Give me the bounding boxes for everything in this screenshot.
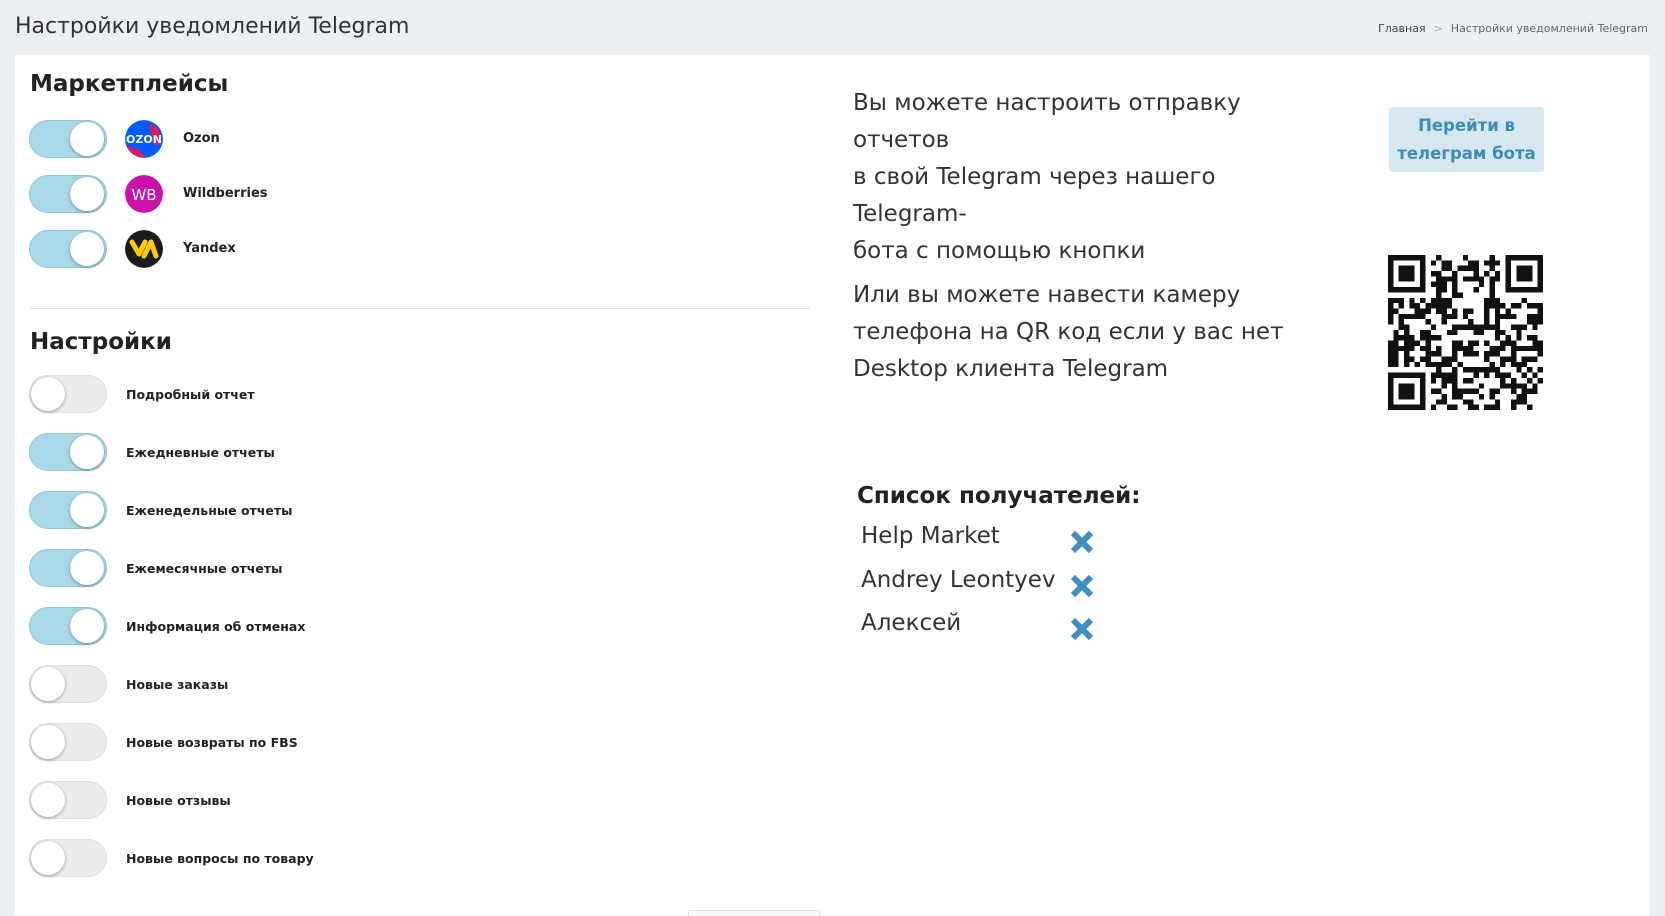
label-monthly-reports: Ежемесячные отчеты [126,561,283,576]
label-new-reviews: Новые отзывы [126,793,231,808]
label-new-orders: Новые заказы [126,677,229,692]
wildberries-toggle[interactable] [29,175,107,213]
toggle-knob [31,377,65,411]
toggle-knob [70,435,104,469]
breadcrumb-separator: > [1433,22,1443,35]
toggle-weekly-reports[interactable] [29,491,107,529]
toggle-new-orders[interactable] [29,665,107,703]
breadcrumb-current: Настройки уведомлений Telegram [1450,22,1648,35]
yandex-toggle[interactable] [29,230,107,268]
toggle-knob [31,783,65,817]
qr-code [1388,255,1543,410]
partial-button[interactable] [688,910,820,916]
toggle-cancellations-info[interactable] [29,607,107,645]
recipient-name: Andrey Leontyev [861,567,1056,593]
marketplaces-title: Маркетплейсы [30,71,229,97]
toggle-knob [31,667,65,701]
remove-recipient-icon[interactable] [1069,616,1095,642]
toggle-new-reviews[interactable] [29,781,107,819]
toggle-knob [70,493,104,527]
toggle-knob [31,841,65,875]
button-line: телеграм бота [1397,143,1536,163]
remove-recipient-icon[interactable] [1069,573,1095,599]
qr-info-line: Desktop клиента Telegram [853,356,1169,382]
open-telegram-bot-button[interactable]: Перейти в телеграм бота [1389,107,1544,172]
wildberries-logo-text: WB [131,186,156,204]
label-cancellations-info: Информация об отменах [126,619,306,634]
toggle-new-fbs-returns[interactable] [29,723,107,761]
label-weekly-reports: Еженедельные отчеты [126,503,293,518]
ozon-logo-text: OZON [126,133,162,146]
toggle-detailed-report[interactable] [29,375,107,413]
info-line: в свой Telegram через нашего Telegram- [853,164,1216,227]
yandex-market-logo [125,230,163,268]
label-new-product-questions: Новые вопросы по товару [126,851,314,866]
info-line: Вы можете настроить отправку отчетов [853,90,1241,153]
ozon-label: Ozon [183,131,220,146]
toggle-daily-reports[interactable] [29,433,107,471]
wildberries-logo: WB [125,175,163,213]
toggle-knob [70,609,104,643]
section-divider [30,308,810,309]
toggle-monthly-reports[interactable] [29,549,107,587]
remove-recipient-icon[interactable] [1069,529,1095,555]
settings-title: Настройки [30,329,172,355]
qr-info-line: Или вы можете навести камеру [853,282,1241,308]
toggle-new-product-questions[interactable] [29,839,107,877]
page-title: Настройки уведомлений Telegram [15,14,410,39]
toggle-knob [70,551,104,585]
label-new-fbs-returns: Новые возвраты по FBS [126,735,298,750]
ozon-toggle[interactable] [29,120,107,158]
qr-info-text: Или вы можете навести камеру телефона на… [853,277,1323,388]
toggle-knob [70,122,104,156]
breadcrumb: Главная > Настройки уведомлений Telegram [1378,22,1648,35]
label-daily-reports: Ежедневные отчеты [126,445,275,460]
recipient-name: Алексей [861,610,962,636]
qr-info-line: телефона на QR код если у вас нет [853,319,1284,345]
main-card: Маркетплейсы OZON Ozon WB Wildberries Ya… [15,55,1650,916]
toggle-knob [31,725,65,759]
recipient-name: Help Market [861,523,1000,549]
wildberries-label: Wildberries [183,186,268,201]
info-line: бота с помощью кнопки [853,238,1146,264]
toggle-knob [70,232,104,266]
recipients-title: Список получателей: [857,483,1141,509]
label-detailed-report: Подробный отчет [126,387,255,402]
button-line: Перейти в [1418,115,1515,135]
toggle-knob [70,177,104,211]
breadcrumb-home-link[interactable]: Главная [1378,22,1426,35]
telegram-info-text: Вы можете настроить отправку отчетов в с… [853,85,1323,270]
ozon-logo: OZON [125,120,163,158]
yandex-label: Yandex [183,241,236,256]
